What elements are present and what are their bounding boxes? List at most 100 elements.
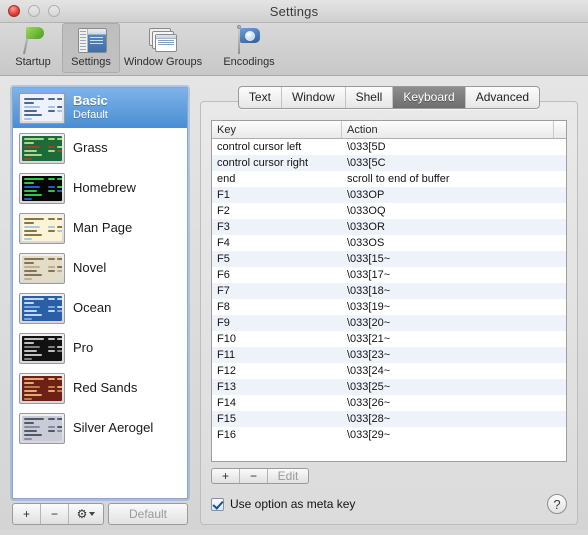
table-row[interactable]: F8 \033[19~: [212, 299, 566, 315]
table-row[interactable]: F5 \033[15~: [212, 251, 566, 267]
tab-shell[interactable]: Shell: [346, 87, 394, 108]
profile-thumbnail: [19, 332, 65, 364]
profile-row[interactable]: Ocean: [13, 288, 187, 328]
toolbar-label-window-groups: Window Groups: [123, 56, 203, 68]
add-profile-button[interactable]: +: [13, 504, 41, 524]
table-row[interactable]: F13 \033[25~: [212, 379, 566, 395]
profile-thumbnail: [19, 92, 65, 124]
profile-row[interactable]: Pro: [13, 328, 187, 368]
toolbar-item-settings[interactable]: Settings: [62, 23, 120, 73]
cell-action: \033OP: [347, 189, 385, 201]
remove-binding-button[interactable]: −: [240, 469, 268, 483]
profile-thumbnail: [19, 372, 65, 404]
column-header-action[interactable]: Action: [342, 121, 554, 138]
settings-window: Settings Startup Settings Window Groups …: [0, 0, 588, 530]
table-row[interactable]: F6 \033[17~: [212, 267, 566, 283]
toolbar-label-startup: Startup: [15, 56, 51, 68]
toolbar-item-encodings[interactable]: Encodings: [206, 23, 292, 73]
table-row[interactable]: F16 \033[29~: [212, 427, 566, 443]
profile-row[interactable]: Basic Default: [13, 88, 187, 128]
cell-key: F10: [217, 333, 236, 345]
cell-action: \033[25~: [347, 381, 391, 393]
title-bar: Settings: [0, 0, 588, 23]
profile-name: Silver Aerogel: [73, 420, 154, 435]
profile-row[interactable]: Man Page: [13, 208, 187, 248]
table-row[interactable]: F9 \033[20~: [212, 315, 566, 331]
toolbar-item-startup[interactable]: Startup: [4, 23, 62, 73]
column-header-key[interactable]: Key: [212, 121, 342, 138]
cell-key: control cursor right: [217, 157, 309, 169]
toolbar-item-window-groups[interactable]: Window Groups: [120, 23, 206, 73]
set-default-button[interactable]: Default: [108, 503, 188, 525]
table-row[interactable]: F15 \033[28~: [212, 411, 566, 427]
profile-name: Novel: [73, 260, 107, 275]
profile-labels: Man Page: [73, 221, 132, 236]
settings-pane: Text Window Shell Keyboard Advanced Key Acti…: [200, 86, 578, 525]
table-row[interactable]: F3 \033OR: [212, 219, 566, 235]
table-header-row: Key Action: [212, 121, 566, 139]
add-binding-button[interactable]: +: [212, 469, 240, 483]
profile-labels: Ocean: [73, 301, 111, 316]
profile-thumbnail: [19, 212, 65, 244]
cell-action: \033[5D: [347, 141, 386, 153]
table-row[interactable]: F2 \033OQ: [212, 203, 566, 219]
tab-advanced[interactable]: Advanced: [466, 87, 539, 108]
profile-gear-menu-button[interactable]: ⚙: [69, 504, 103, 524]
window-body: Basic Default Grass Homebrew Man Page Novel Oc…: [0, 76, 588, 535]
profile-name: Ocean: [73, 300, 112, 315]
profile-row[interactable]: Silver Aerogel: [13, 408, 187, 448]
table-action-bar: + − Edit: [211, 468, 567, 484]
table-row[interactable]: F10 \033[21~: [212, 331, 566, 347]
close-button[interactable]: [8, 5, 20, 17]
minimize-button[interactable]: [28, 5, 40, 17]
profile-row[interactable]: Red Sands: [13, 368, 187, 408]
meta-key-option[interactable]: Use option as meta key: [211, 497, 355, 511]
profile-thumbnail: [19, 412, 65, 444]
table-row[interactable]: F4 \033OS: [212, 235, 566, 251]
cell-action: \033OQ: [347, 205, 386, 217]
zoom-button[interactable]: [48, 5, 60, 17]
cell-key: F8: [217, 301, 230, 313]
window-groups-icon: [147, 25, 179, 55]
tab-keyboard[interactable]: Keyboard: [393, 87, 466, 108]
gear-icon: ⚙: [76, 507, 88, 521]
profile-labels: Grass: [73, 141, 108, 156]
profile-name: Red Sands: [73, 380, 138, 395]
cell-key: F9: [217, 317, 230, 329]
cell-action: \033[28~: [347, 413, 391, 425]
cell-key: F5: [217, 253, 230, 265]
tab-window[interactable]: Window: [282, 87, 346, 108]
cell-key: F6: [217, 269, 230, 281]
profile-row[interactable]: Homebrew: [13, 168, 187, 208]
cell-action: \033OR: [347, 221, 385, 233]
table-row[interactable]: F7 \033[18~: [212, 283, 566, 299]
pane-footer: Use option as meta key ?: [211, 494, 567, 514]
profile-labels: Pro: [73, 341, 93, 356]
help-button[interactable]: ?: [547, 494, 567, 514]
profile-subtitle: Default: [73, 109, 108, 122]
profile-row[interactable]: Novel: [13, 248, 187, 288]
key-bindings-table[interactable]: Key Action control cursor left \033[5D con…: [211, 120, 567, 462]
settings-window-icon: [75, 25, 107, 55]
cell-key: F13: [217, 381, 236, 393]
profile-row[interactable]: Grass: [13, 128, 187, 168]
profile-name: Homebrew: [73, 180, 136, 195]
table-row[interactable]: F11 \033[23~: [212, 347, 566, 363]
remove-profile-button[interactable]: −: [41, 504, 69, 524]
table-row[interactable]: F12 \033[24~: [212, 363, 566, 379]
cell-action: \033[23~: [347, 349, 391, 361]
cell-key: control cursor left: [217, 141, 302, 153]
meta-key-checkbox[interactable]: [211, 497, 224, 511]
table-row[interactable]: F14 \033[26~: [212, 395, 566, 411]
column-header-spacer: [554, 121, 566, 138]
profile-list[interactable]: Basic Default Grass Homebrew Man Page Novel Oc…: [12, 87, 188, 499]
table-row[interactable]: end scroll to end of buffer: [212, 171, 566, 187]
edit-binding-button[interactable]: Edit: [268, 469, 308, 483]
table-row[interactable]: control cursor right \033[5C: [212, 155, 566, 171]
cell-key: F11: [217, 349, 236, 361]
cell-key: F16: [217, 429, 236, 441]
tab-text[interactable]: Text: [239, 87, 282, 108]
table-row[interactable]: F1 \033OP: [212, 187, 566, 203]
profile-thumbnail: [19, 252, 65, 284]
table-row[interactable]: control cursor left \033[5D: [212, 139, 566, 155]
